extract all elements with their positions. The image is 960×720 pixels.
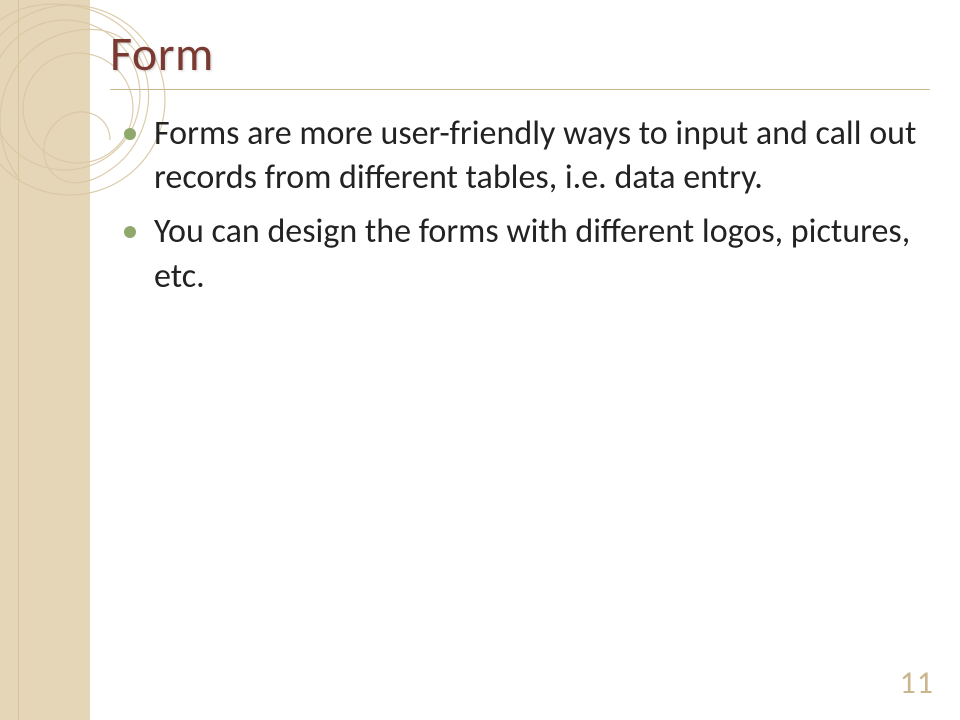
slide-content: Form Forms are more user-friendly ways t… bbox=[110, 24, 930, 690]
slide-title: Form bbox=[110, 24, 930, 83]
title-underline bbox=[110, 89, 930, 90]
page-number: 11 bbox=[900, 663, 934, 702]
left-band-inner-line bbox=[18, 0, 19, 720]
left-decorative-band bbox=[0, 0, 90, 720]
bullet-item: You can design the forms with different … bbox=[118, 210, 930, 298]
bullet-list: Forms are more user-friendly ways to inp… bbox=[110, 112, 930, 299]
bullet-item: Forms are more user-friendly ways to inp… bbox=[118, 112, 930, 200]
